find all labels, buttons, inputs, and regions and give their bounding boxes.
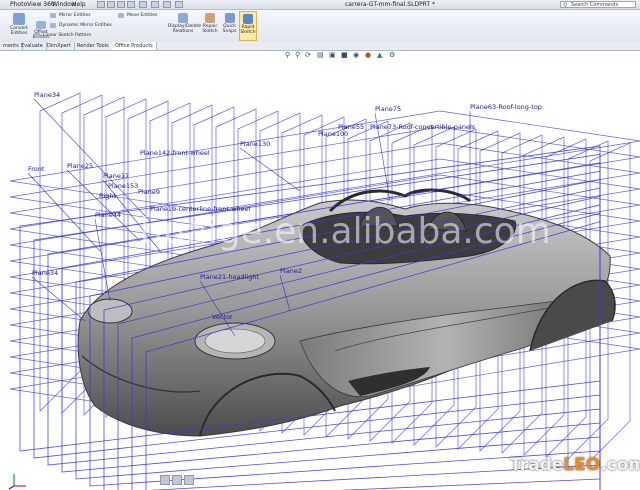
plane-label[interactable]: Plane75 bbox=[375, 105, 401, 113]
save-icon[interactable] bbox=[117, 1, 125, 8]
menu-photoview[interactable]: PhotoView 360 bbox=[10, 0, 55, 9]
dynamic-mirror-icon bbox=[50, 23, 56, 28]
tab-office-products[interactable]: Office Products bbox=[112, 42, 157, 50]
command-tabs: ments Evaluate DimXpert Render Tools Off… bbox=[0, 42, 640, 51]
quick-snaps-button[interactable]: Quick Snaps bbox=[221, 11, 238, 41]
convert-entities-icon bbox=[13, 13, 25, 25]
item-label: Move Entities bbox=[127, 13, 158, 18]
motion-study-icon[interactable] bbox=[172, 475, 182, 485]
item-label: Linear Sketch Pattern bbox=[43, 33, 92, 38]
print-icon[interactable] bbox=[127, 1, 135, 8]
button-label: Snaps bbox=[222, 29, 237, 34]
plane-label[interactable]: Plane63-Roof-long-top bbox=[470, 103, 542, 111]
trade-text: Trade bbox=[510, 455, 564, 475]
tab-dimxpert[interactable]: DimXpert bbox=[44, 42, 75, 50]
title-bar: PhotoView 360 Window Help carrera-GT-mm-… bbox=[0, 0, 640, 10]
move-icon bbox=[118, 13, 124, 18]
view-triad bbox=[8, 474, 26, 490]
tab-render-tools[interactable]: Render Tools bbox=[74, 42, 113, 50]
linear-pattern-item[interactable]: Linear Sketch Pattern bbox=[34, 32, 91, 39]
button-label: Entities bbox=[10, 31, 28, 36]
plane-label[interactable]: Plane100 bbox=[318, 130, 348, 138]
plane-label[interactable]: Plane9 bbox=[138, 188, 160, 196]
button-label: Relations bbox=[172, 29, 194, 34]
move-entities-item[interactable]: Move Entities bbox=[118, 12, 157, 19]
plane-label[interactable]: Plane17 bbox=[103, 172, 129, 180]
menu-help[interactable]: Help bbox=[72, 0, 86, 9]
item-label: Mirror Entities bbox=[59, 13, 91, 18]
headlight-right bbox=[87, 298, 133, 324]
model-scene[interactable]: Plane34 Front Plane25 Plane17 Plane153 R… bbox=[0, 51, 640, 490]
plane-label[interactable]: Plane34 bbox=[34, 91, 60, 99]
plane-label[interactable]: Right bbox=[99, 192, 117, 200]
item-label: Dynamic Mirror Entities bbox=[59, 23, 112, 28]
mirror-entities-item[interactable]: Mirror Entities bbox=[50, 12, 91, 19]
rapid-sketch-button[interactable]: Rapid Sketch bbox=[239, 11, 257, 41]
watermark-text: huaige.en.alibaba.com bbox=[140, 211, 551, 252]
leo-text: LEO bbox=[563, 455, 601, 475]
select-icon[interactable] bbox=[151, 1, 159, 8]
mirror-icon bbox=[50, 13, 56, 18]
display-delete-relations-button[interactable]: Display/Delete Relations bbox=[168, 11, 201, 41]
model-tab-icon[interactable] bbox=[160, 475, 170, 485]
repair-sketch-icon bbox=[205, 13, 215, 23]
document-title: carrera-GT-mm-final.SLDPRT * bbox=[345, 1, 435, 8]
rebuild-icon[interactable] bbox=[163, 1, 171, 8]
plane-label[interactable]: Plane44 bbox=[95, 211, 121, 219]
relations-icon bbox=[178, 13, 188, 23]
button-label: Sketch bbox=[240, 30, 256, 35]
plane-label[interactable]: Plane142-front-wheel bbox=[140, 149, 210, 157]
plane-label[interactable]: Plane34 bbox=[32, 269, 58, 277]
plane-label[interactable]: Front bbox=[28, 165, 45, 173]
plane-label[interactable]: Plane73-Roof-convertible-panels bbox=[370, 123, 476, 131]
search-commands-input[interactable]: ⚲ Search Commands bbox=[560, 1, 636, 9]
search-icon: ⚲ bbox=[563, 2, 568, 9]
new-doc-icon[interactable] bbox=[97, 1, 105, 8]
plane-label[interactable]: Plane21-headlight bbox=[200, 273, 260, 281]
rapid-sketch-icon bbox=[243, 14, 253, 24]
trade-watermark: TradeLEO.com bbox=[510, 455, 640, 475]
search-placeholder: Search Commands bbox=[571, 2, 619, 8]
tab-scroll-icon[interactable] bbox=[184, 475, 194, 485]
tab-evaluate[interactable]: Evaluate bbox=[18, 42, 47, 50]
plane-label[interactable]: Plane25 bbox=[67, 162, 93, 170]
command-manager-ribbon: Convert Entities Offset Entities Mirror … bbox=[0, 10, 640, 43]
repair-sketch-button[interactable]: Repair Sketch bbox=[200, 11, 220, 41]
button-label: Sketch bbox=[202, 29, 218, 34]
plane-label[interactable]: Plane2 bbox=[280, 267, 302, 275]
offset-entities-icon bbox=[36, 21, 46, 29]
plane-label[interactable]: Vector bbox=[212, 313, 233, 321]
plane-label[interactable]: Plane153 bbox=[108, 182, 138, 190]
quick-snaps-icon bbox=[224, 13, 235, 23]
undo-icon[interactable] bbox=[139, 1, 147, 8]
graphics-viewport[interactable]: ⚲ ⚲ ⟳ ▤ ▣ ■ ◉ ● ▲ ⚙ Plane34 Front Plane2… bbox=[0, 51, 640, 490]
dynamic-mirror-item[interactable]: Dynamic Mirror Entities bbox=[50, 22, 112, 29]
options-icon[interactable] bbox=[175, 1, 183, 8]
open-icon[interactable] bbox=[107, 1, 115, 8]
plane-label[interactable]: Plane130 bbox=[240, 140, 270, 148]
linear-pattern-icon bbox=[34, 33, 40, 38]
dotcom-text: .com bbox=[600, 455, 640, 475]
